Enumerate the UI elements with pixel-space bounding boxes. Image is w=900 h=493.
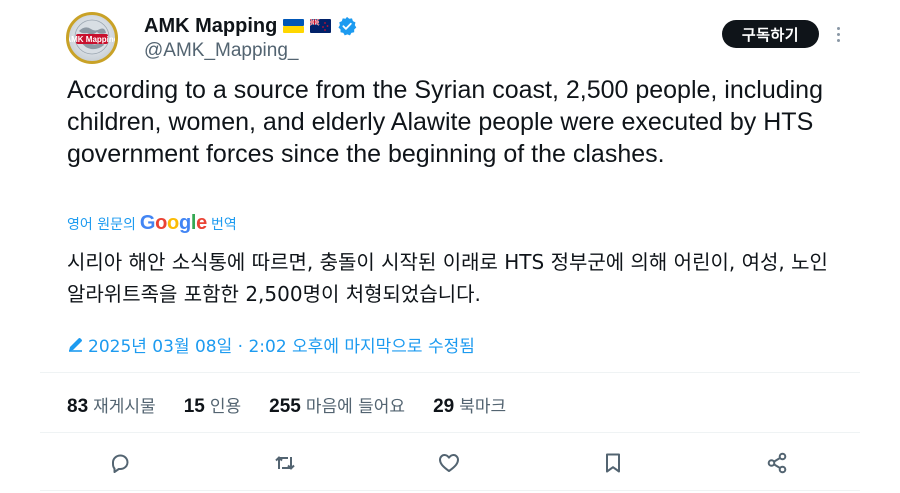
stat-likes[interactable]: 255 마음에 들어요 — [269, 392, 405, 418]
translation-suffix: 번역 — [210, 216, 237, 233]
divider — [40, 490, 860, 491]
tweet-detail: AMK Mapping AMK Mapping @AMK_Mapping_ 구독… — [0, 0, 900, 493]
edited-timestamp[interactable]: 2025년 03월 08일 · 2:02 오후에 마지막으로 수정됨 — [67, 332, 475, 357]
divider — [40, 372, 860, 373]
more-vertical-icon[interactable] — [830, 22, 846, 46]
share-icon[interactable] — [764, 450, 790, 476]
ukraine-flag-icon — [283, 19, 305, 33]
repost-icon[interactable] — [272, 450, 298, 476]
timestamp-text: 2025년 03월 08일 · 2:02 오후에 마지막으로 수정됨 — [88, 337, 475, 357]
author-name-row: AMK Mapping — [144, 13, 357, 39]
stat-reposts[interactable]: 83 재게시물 — [67, 392, 156, 418]
translated-text: 시리아 해안 소식통에 따르면, 충돌이 시작된 이래로 HTS 정부군에 의해… — [67, 250, 828, 306]
avatar-text: AMK Mapping — [69, 35, 115, 44]
reply-icon[interactable] — [107, 450, 133, 476]
stat-label: 재게시물 — [93, 397, 156, 417]
stat-count: 29 — [433, 396, 455, 417]
new-zealand-flag-icon — [310, 19, 332, 33]
bookmark-icon[interactable] — [600, 450, 626, 476]
stat-count: 255 — [269, 396, 301, 417]
divider — [40, 432, 860, 433]
stat-bookmarks[interactable]: 29 북마크 — [433, 392, 506, 418]
author-handle[interactable]: @AMK_Mapping_ — [144, 40, 298, 62]
pencil-icon — [69, 338, 82, 352]
engagement-stats: 83 재게시물 15 인용 255 마음에 들어요 29 북마크 — [67, 392, 534, 418]
avatar[interactable]: AMK Mapping — [66, 12, 118, 64]
tweet-text: According to a source from the Syrian co… — [67, 76, 823, 168]
globe-logo-icon: AMK Mapping — [69, 19, 115, 55]
author-display-name[interactable]: AMK Mapping — [144, 15, 277, 38]
stat-label: 인용 — [209, 397, 242, 417]
stat-label: 마음에 들어요 — [305, 397, 406, 417]
stat-count: 83 — [67, 396, 89, 417]
verified-badge-icon[interactable] — [337, 16, 357, 36]
subscribe-button[interactable]: 구독하기 — [722, 20, 819, 48]
like-icon[interactable] — [436, 450, 462, 476]
translation-attribution[interactable]: 영어 원문의 Google 번역 — [67, 212, 237, 235]
translation-prefix: 영어 원문의 — [67, 216, 136, 233]
stat-label: 북마크 — [459, 397, 507, 417]
stat-count: 15 — [183, 396, 205, 417]
stat-quotes[interactable]: 15 인용 — [184, 392, 241, 418]
google-logo: Google — [139, 212, 207, 234]
